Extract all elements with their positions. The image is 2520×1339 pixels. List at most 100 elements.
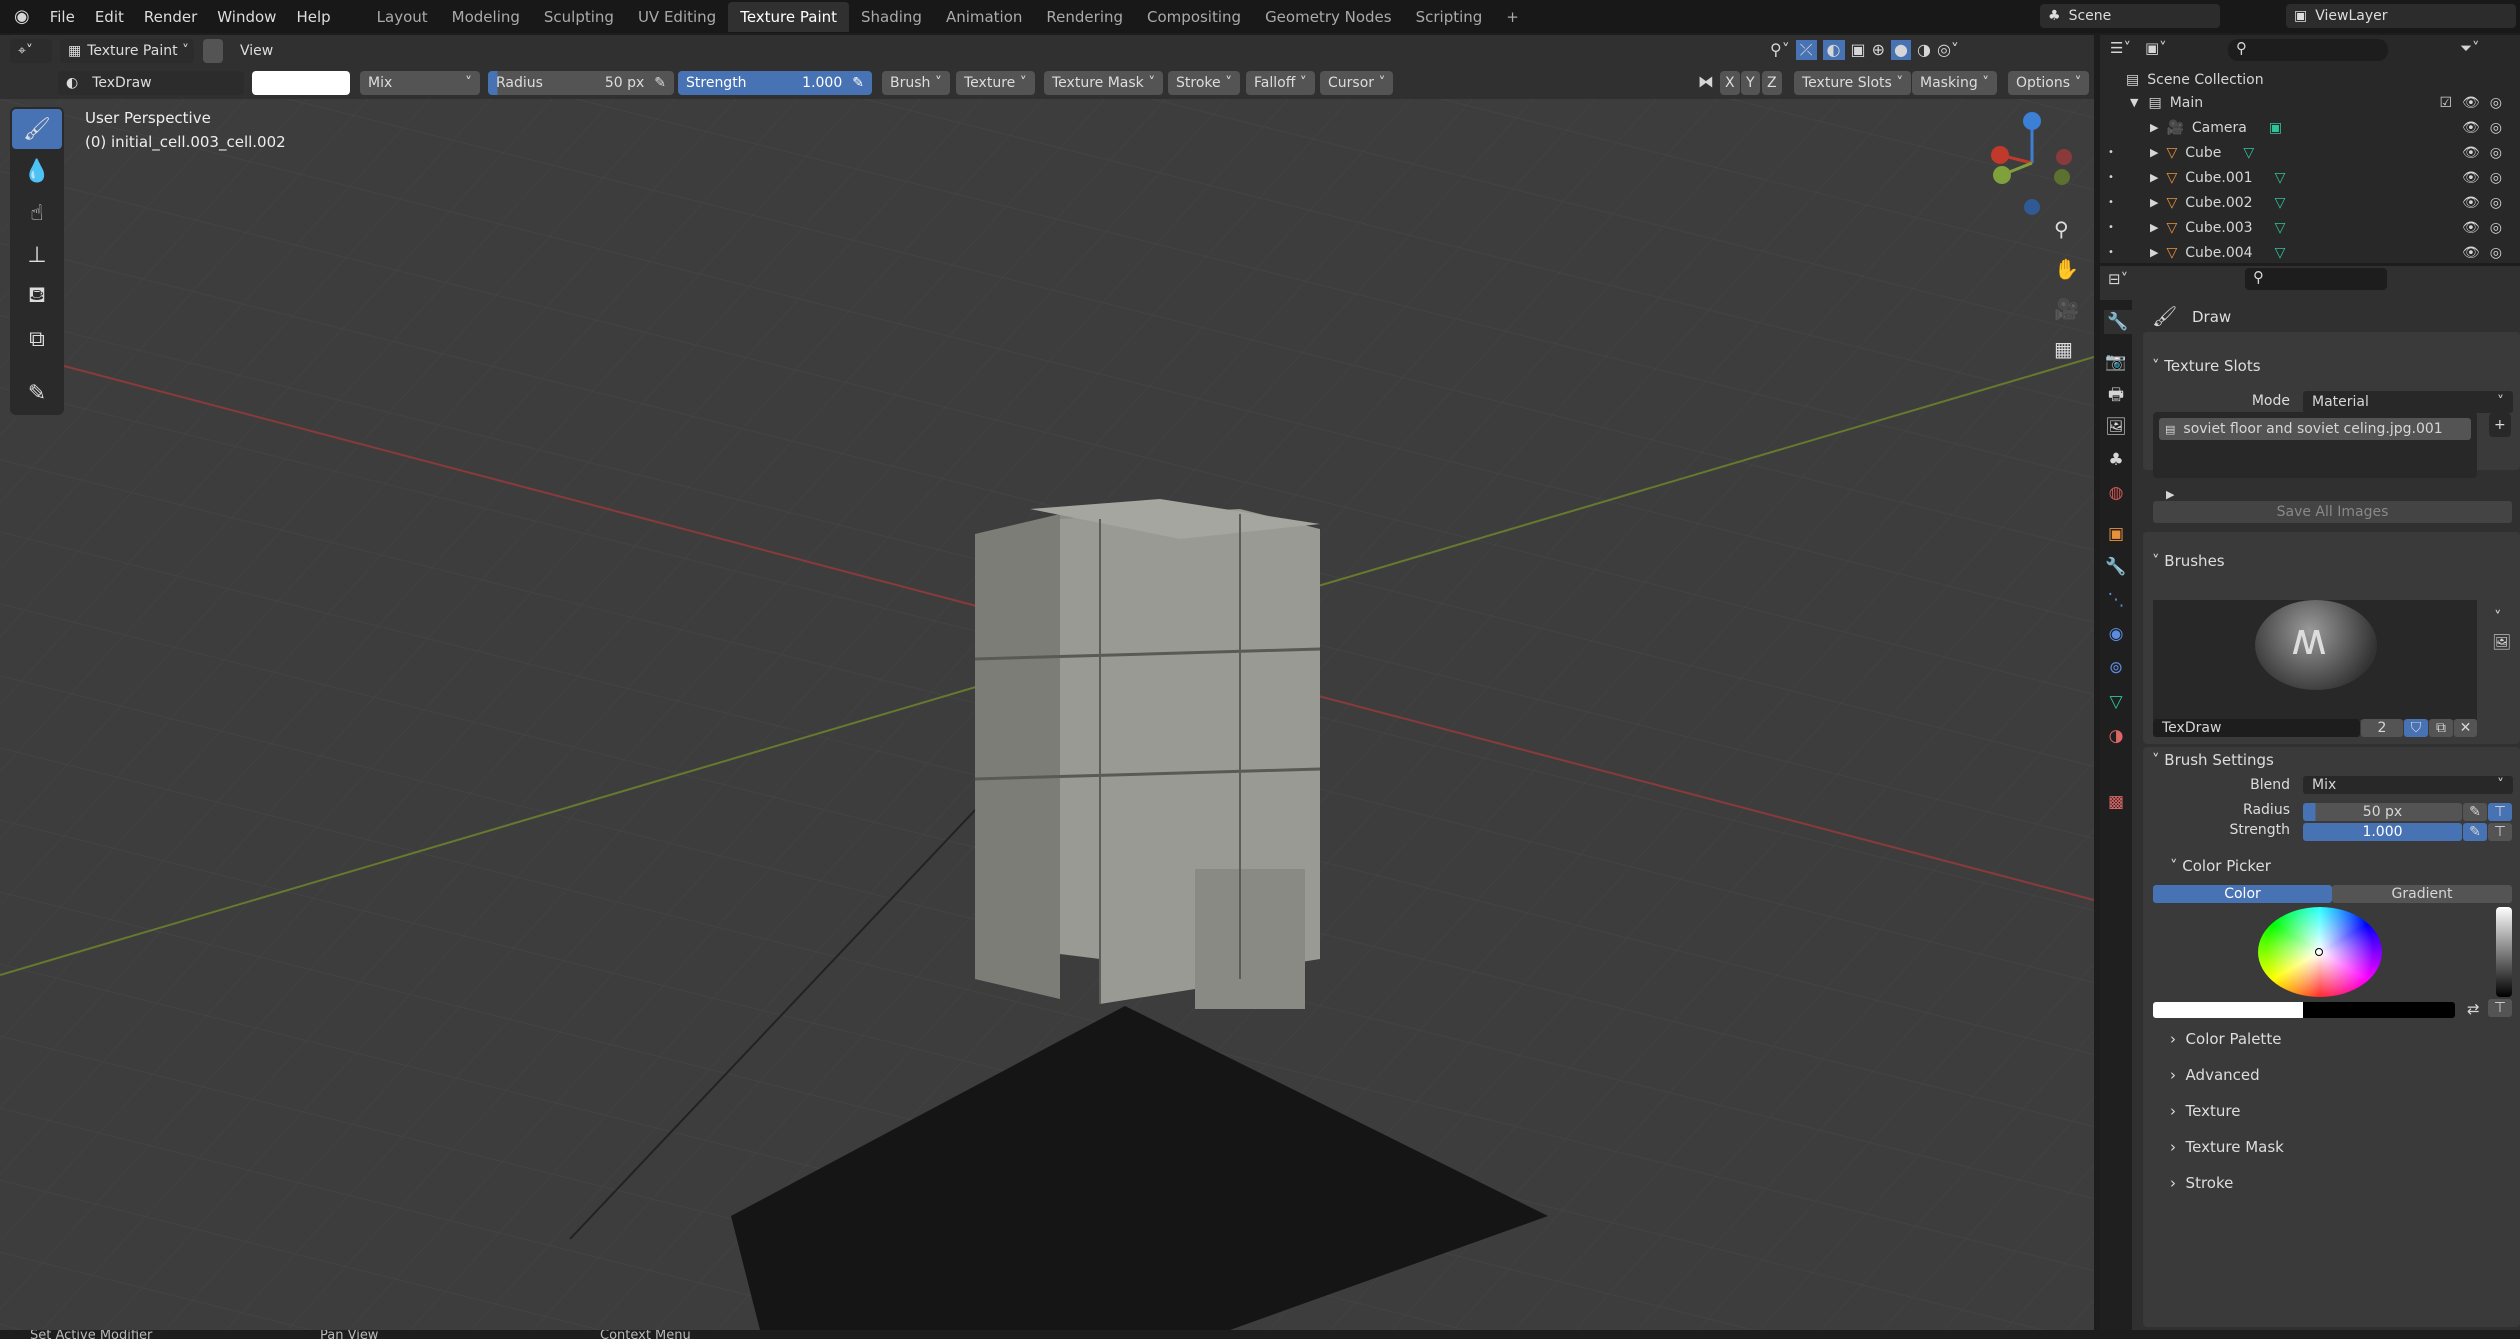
stroke-menu[interactable]: Stroke ˅ — [1168, 71, 1241, 95]
outliner-item[interactable]: • ▶ ▽ Cube.001 ▽ 👁◎ — [2100, 165, 2520, 190]
visibility-icons[interactable]: 👁◎ — [2462, 195, 2512, 211]
blender-logo-icon[interactable]: ◉ — [0, 6, 40, 27]
camera-data-icon[interactable]: ▣ — [2269, 120, 2282, 136]
expand-arrow-icon[interactable]: ▶ — [2150, 246, 2158, 259]
swap-colors-icon[interactable]: ⇄ — [2467, 1000, 2480, 1018]
mesh-data-icon[interactable]: ▽ — [2275, 220, 2286, 236]
masking-menu[interactable]: Masking ˅ — [1912, 71, 1998, 95]
tab-compositing[interactable]: Compositing — [1135, 2, 1253, 32]
expand-arrow-icon[interactable]: ▼ — [2130, 96, 2138, 109]
tab-scripting[interactable]: Scripting — [1404, 2, 1495, 32]
visibility-icons[interactable]: 👁◎ — [2462, 245, 2512, 261]
display-mode-icon[interactable]: ☰˅ — [2110, 39, 2131, 57]
blend-dropdown[interactable]: Mix ˅ — [2303, 776, 2513, 794]
mesh-data-icon[interactable]: ▽ — [2243, 145, 2254, 161]
texture-slots-header[interactable]: ˅ Texture Slots — [2152, 357, 2261, 375]
gizmo-z-axis[interactable] — [2023, 112, 2041, 130]
brushes-header[interactable]: ˅ Brushes — [2152, 552, 2225, 570]
camera-view-icon[interactable]: 🎥 — [2054, 297, 2079, 321]
tab-texture-paint[interactable]: Texture Paint — [728, 1, 849, 32]
filter-view-layer-icon[interactable]: ▣˅ — [2145, 39, 2167, 57]
view-layer-selector[interactable]: ▣ ViewLayer — [2286, 4, 2516, 28]
grid-perspective-icon[interactable]: ▦ — [2054, 337, 2079, 361]
subpanel-header[interactable]: › Stroke — [2170, 1174, 2233, 1192]
modifier-tab-icon[interactable]: 🔧 — [2104, 555, 2128, 579]
overlay-toggle-icon[interactable]: ◐ — [1822, 40, 1845, 60]
cursor-menu[interactable]: Cursor ˅ — [1320, 71, 1394, 95]
expand-arrow-icon[interactable]: ▶ — [2150, 146, 2158, 159]
color-wheel-cursor[interactable] — [2315, 948, 2323, 956]
navigation-gizmo[interactable] — [1980, 107, 2090, 217]
tab-animation[interactable]: Animation — [934, 2, 1034, 32]
visibility-icons[interactable]: 👁◎ — [2462, 170, 2512, 186]
expand-arrow-icon[interactable]: ▶ — [2150, 121, 2158, 134]
options-menu[interactable]: Options ˅ — [2008, 71, 2090, 95]
wireframe-shading-icon[interactable]: ⊕ — [1872, 40, 1885, 60]
pan-hand-icon[interactable]: ✋ — [2054, 257, 2079, 281]
output-tab-icon[interactable]: 🖶 — [2104, 383, 2128, 407]
subpanel-header[interactable]: › Texture Mask — [2170, 1138, 2284, 1156]
secondary-color-swatch[interactable] — [2303, 1002, 2455, 1018]
visibility-icons[interactable]: 👁◎ — [2462, 145, 2512, 161]
value-slider[interactable] — [2496, 907, 2512, 997]
texture-slot-item[interactable]: ▤ soviet floor and soviet celing.jpg.001 — [2159, 418, 2471, 440]
tab-modeling[interactable]: Modeling — [440, 2, 532, 32]
mirror-y-toggle[interactable]: Y — [1741, 71, 1760, 95]
outliner-item[interactable]: • ▶ ▽ Cube ▽ 👁◎ — [2100, 140, 2520, 165]
scene-tab-icon[interactable]: ♣ — [2104, 448, 2128, 472]
menu-file[interactable]: File — [40, 8, 85, 26]
properties-editor-type-icon[interactable]: ⊟˅ — [2108, 270, 2128, 288]
add-texture-slot-button[interactable]: + — [2489, 413, 2511, 437]
save-all-images-button[interactable]: Save All Images — [2153, 501, 2512, 523]
menu-render[interactable]: Render — [134, 8, 207, 26]
pressure-icon[interactable]: ✎ — [852, 75, 864, 91]
rendered-shading-icon[interactable]: ◎˅ — [1937, 40, 1959, 60]
3d-viewport[interactable]: User Perspective (0) initial_cell.003_ce… — [0, 99, 2094, 1330]
visibility-icons[interactable]: 👁◎ — [2462, 120, 2512, 136]
subpanel-header[interactable]: › Color Palette — [2170, 1030, 2281, 1048]
list-expand-icon[interactable]: ▶ — [2166, 488, 2174, 501]
mode-selector[interactable]: ▦ Texture Paint ˅ — [60, 39, 194, 63]
subpanel-header[interactable]: › Texture — [2170, 1102, 2240, 1120]
menu-edit[interactable]: Edit — [85, 8, 134, 26]
properties-search-input[interactable]: ⚲ — [2245, 268, 2387, 290]
smear-icon[interactable]: ☝ — [12, 193, 62, 233]
tab-uv-editing[interactable]: UV Editing — [626, 2, 728, 32]
brush-selector[interactable]: ◐ TexDraw — [58, 71, 244, 95]
annotate-icon[interactable]: ✎ — [12, 373, 62, 413]
outliner-search-input[interactable]: ⚲ — [2228, 39, 2388, 61]
tab-geometry-nodes[interactable]: Geometry Nodes — [1253, 2, 1404, 32]
outliner-item[interactable]: ▶ 🎥 Camera ▣ 👁◎ — [2100, 115, 2520, 140]
color-swatch[interactable] — [252, 71, 350, 95]
mirror-x-toggle[interactable]: X — [1720, 71, 1740, 95]
mesh-data-icon[interactable]: ▽ — [2275, 195, 2286, 211]
texture-mask-menu[interactable]: Texture Mask ˅ — [1044, 71, 1164, 95]
mesh-data-tab-icon[interactable]: ▽ — [2104, 690, 2128, 714]
color-tab[interactable]: Color — [2153, 885, 2332, 903]
mesh-data-icon[interactable]: ▽ — [2275, 170, 2286, 186]
clone-stamp-icon[interactable]: ⊥ — [12, 235, 62, 275]
visibility-icons[interactable]: ☑👁◎ — [2439, 95, 2512, 111]
draw-brush-icon[interactable]: 🖌 — [12, 109, 62, 149]
radius-unified-icon[interactable]: ⊤ — [2488, 803, 2512, 821]
texture-slots-menu[interactable]: Texture Slots ˅ — [1794, 71, 1912, 95]
tab-layout[interactable]: Layout — [365, 2, 440, 32]
outliner-main-collection[interactable]: ▼ ▤ Main ☑👁◎ — [2100, 90, 2520, 115]
particles-tab-icon[interactable]: ⋱ — [2104, 588, 2128, 612]
expand-arrow-icon[interactable]: ▶ — [2150, 171, 2158, 184]
gradient-tab[interactable]: Gradient — [2332, 885, 2512, 903]
pressure-icon[interactable]: ✎ — [654, 75, 666, 91]
brush-preview[interactable]: ʍ — [2153, 600, 2477, 720]
color-unified-icon[interactable]: ⊤ — [2488, 999, 2512, 1017]
brush-image-icon[interactable]: 🖼 — [2492, 633, 2511, 651]
blend-dropdown[interactable]: Mix ˅ — [360, 71, 480, 95]
radius-slider[interactable]: Radius 50 px ✎ — [488, 71, 674, 95]
material-shading-icon[interactable]: ◑ — [1917, 40, 1931, 60]
view-menu[interactable]: View — [232, 39, 281, 63]
tool-tab-icon[interactable]: 🔧 — [2104, 310, 2132, 334]
fill-bucket-icon[interactable]: ⛾ — [12, 277, 62, 317]
tab-rendering[interactable]: Rendering — [1034, 2, 1135, 32]
unlink-brush-icon[interactable]: ✕ — [2454, 719, 2477, 737]
tab-shading[interactable]: Shading — [849, 2, 934, 32]
mask-toggle[interactable] — [203, 39, 223, 63]
